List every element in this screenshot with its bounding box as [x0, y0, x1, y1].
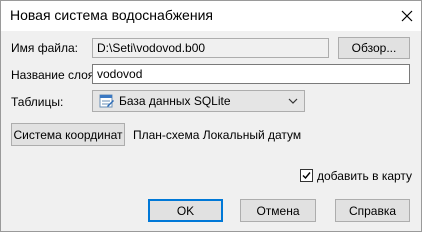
coordinate-system-value: План-схема Локальный датум [133, 128, 302, 142]
close-icon [401, 10, 413, 21]
tables-selected-value: База данных SQLite [119, 94, 231, 108]
add-to-map-checkbox[interactable] [300, 169, 313, 182]
file-name-field[interactable]: D:\Seti\vodovod.b00 [92, 38, 329, 58]
chevron-down-icon [288, 98, 298, 104]
title-bar: Новая система водоснабжения [1, 1, 421, 31]
add-to-map-label[interactable]: добавить в карту [317, 169, 412, 183]
layer-name-label: Название слоя: [11, 68, 98, 82]
checkmark-icon [302, 172, 311, 180]
window-title: Новая система водоснабжения [10, 7, 213, 23]
ok-button[interactable]: OK [148, 199, 223, 222]
new-water-system-dialog: Новая система водоснабжения Имя файла: D… [0, 0, 422, 232]
browse-button[interactable]: Обзор... [338, 37, 410, 59]
coordinate-system-button[interactable]: Система координат [11, 123, 125, 146]
database-icon [99, 93, 115, 109]
file-name-label: Имя файла: [11, 41, 78, 55]
close-button[interactable] [393, 1, 421, 30]
tables-label: Таблицы: [11, 95, 64, 109]
layer-name-input[interactable]: vodovod [92, 64, 410, 84]
help-button[interactable]: Справка [335, 199, 410, 222]
cancel-button[interactable]: Отмена [240, 199, 316, 222]
tables-select[interactable]: База данных SQLite [92, 90, 305, 112]
